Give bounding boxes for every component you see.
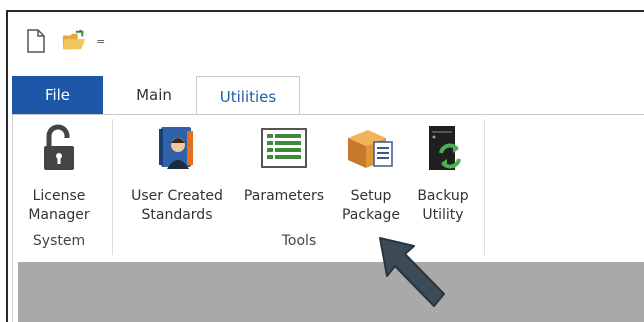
open-button[interactable]	[62, 28, 86, 54]
backup-utility-button[interactable]: Backup Utility	[410, 123, 476, 225]
group-separator	[484, 119, 485, 255]
tab-utilities[interactable]: Utilities	[196, 76, 300, 116]
ribbon-tabs: File Main Utilities	[12, 76, 644, 116]
setup-package-icon	[348, 130, 393, 168]
parameters-label: Parameters	[243, 188, 325, 204]
new-document-icon	[27, 29, 45, 53]
group-separator	[112, 119, 113, 255]
workspace-area	[18, 262, 644, 322]
arrow-cursor-icon	[379, 237, 445, 307]
tab-file[interactable]: File	[12, 76, 103, 114]
user-created-standards-button[interactable]: User Created Standards	[122, 123, 232, 225]
quick-access-toolbar: =	[24, 26, 105, 56]
ribbon-panel: License Manager System User Created Stan…	[12, 114, 644, 260]
tab-main[interactable]: Main	[116, 76, 192, 114]
ribbon-left-border	[12, 114, 13, 322]
license-manager-button[interactable]: License Manager	[16, 123, 102, 225]
setup-package-label: Setup Package	[341, 188, 401, 223]
customize-toolbar-dropdown[interactable]: =	[96, 35, 105, 48]
group-label-system: System	[32, 233, 86, 249]
new-document-button[interactable]	[24, 28, 48, 54]
parameters-button[interactable]: Parameters	[238, 123, 330, 206]
license-manager-label: License Manager	[28, 188, 90, 223]
parameters-list-icon	[261, 128, 307, 168]
setup-package-button[interactable]: Setup Package	[336, 123, 406, 225]
backup-server-icon	[429, 126, 461, 170]
user-book-icon	[159, 127, 193, 169]
user-created-standards-label: User Created Standards	[131, 188, 223, 223]
unlocked-padlock-icon	[44, 124, 74, 170]
backup-utility-label: Backup Utility	[417, 188, 469, 223]
open-folder-icon	[62, 30, 86, 50]
